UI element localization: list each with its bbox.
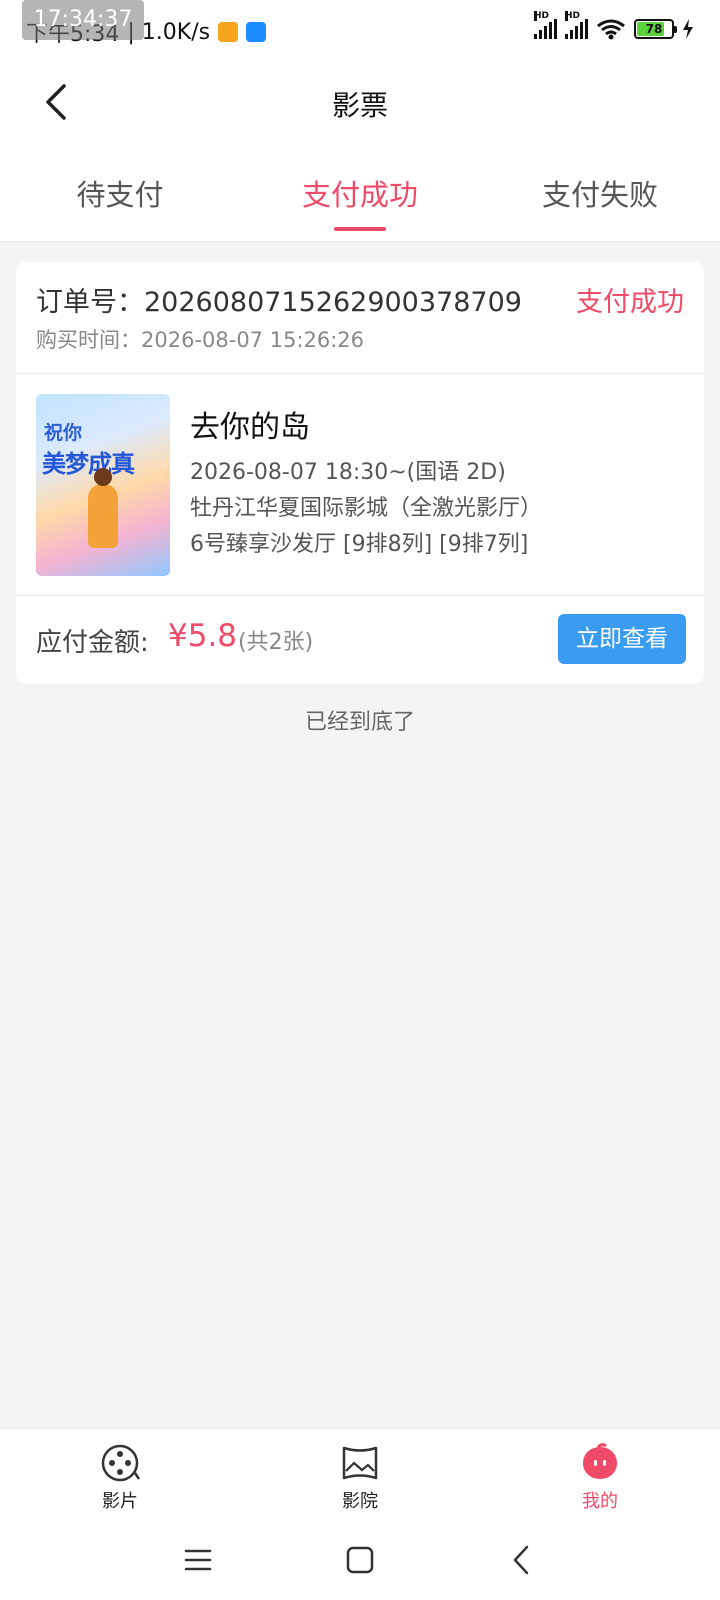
payment-row: 应付金额: ¥5.8 (共2张) 立即查看 <box>16 596 704 684</box>
amount-due-value: ¥5.8 <box>168 618 238 654</box>
nav-label: 影片 <box>102 1491 138 1512</box>
home-icon[interactable] <box>342 1542 378 1578</box>
nav-item-cinemas[interactable]: 影院 <box>240 1429 480 1520</box>
movie-title: 去你的岛 <box>190 410 310 445</box>
showtime: 2026-08-07 18:30~(国语 2D) <box>190 460 506 485</box>
order-card[interactable]: 订单号：2026080715262900378709 支付成功 购买时间：202… <box>16 262 704 684</box>
view-now-button[interactable]: 立即查看 <box>558 614 686 664</box>
purchase-time: 购买时间：2026-08-07 15:26:26 <box>36 328 365 352</box>
status-right: HD HD 78 <box>534 11 694 40</box>
profile-bubble-icon <box>583 1443 617 1479</box>
order-status-tabs: 待支付 支付成功 支付失败 <box>0 146 720 242</box>
battery-icon: 78 <box>634 19 677 39</box>
tab-pending-payment[interactable]: 待支付 <box>0 146 240 241</box>
bottom-nav: 影片 影院 我的 <box>0 1428 720 1520</box>
nav-label: 影院 <box>342 1491 378 1512</box>
page-title: 影票 <box>331 89 388 122</box>
app-header: 影票 <box>0 62 720 146</box>
system-back-icon[interactable] <box>504 1542 540 1578</box>
movie-info: 祝你 美梦成真 去你的岛 2026-08-07 18:30~(国语 2D) 牡丹… <box>16 374 704 596</box>
screen-record-time: 17:34:37 <box>22 0 144 40</box>
cinema-name: 牡丹江华夏国际影城（全激光影厅） <box>190 496 543 521</box>
movie-poster: 祝你 美梦成真 <box>36 394 170 576</box>
status-bar: 下午5:34 | 1.0K/s 17:34:37 HD HD 78 <box>0 0 720 62</box>
nav-label: 我的 <box>582 1491 618 1512</box>
nav-item-profile[interactable]: 我的 <box>480 1429 720 1520</box>
amount-due-label: 应付金额: <box>36 628 149 658</box>
nav-item-movies[interactable]: 影片 <box>0 1429 240 1520</box>
tab-payment-failed[interactable]: 支付失败 <box>480 146 720 241</box>
cinema-screen-icon <box>342 1446 378 1480</box>
order-status-label: 支付成功 <box>576 287 684 318</box>
order-header: 订单号：2026080715262900378709 支付成功 购买时间：202… <box>16 262 704 374</box>
system-nav-bar <box>0 1520 720 1600</box>
seat-info: 6号臻享沙发厅 [9排8列] [9排7列] <box>190 532 529 557</box>
menu-icon[interactable] <box>180 1542 216 1578</box>
notification-app-icon <box>246 22 267 42</box>
order-number: 订单号：2026080715262900378709 <box>36 287 522 318</box>
tab-payment-success[interactable]: 支付成功 <box>240 146 480 241</box>
ticket-count: (共2张) <box>238 630 314 655</box>
notification-app-icon <box>218 22 239 42</box>
film-reel-icon <box>101 1444 140 1482</box>
list-end-text: 已经到底了 <box>304 710 415 735</box>
signal-icon: HD <box>565 11 588 39</box>
wifi-icon <box>597 19 625 40</box>
signal-icon: HD <box>534 11 557 39</box>
charging-icon <box>683 19 693 39</box>
battery-level: 78 <box>645 22 663 36</box>
